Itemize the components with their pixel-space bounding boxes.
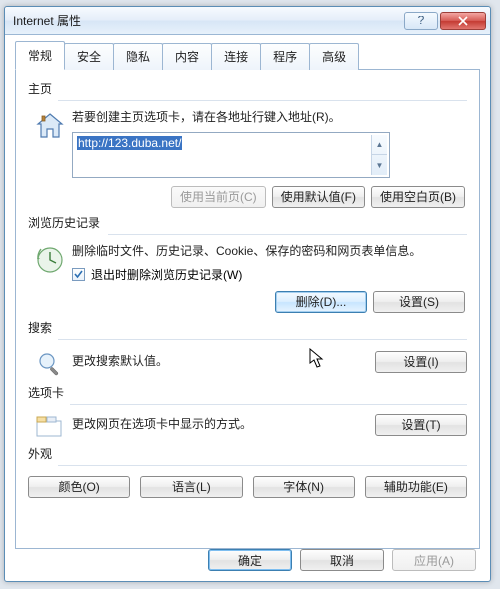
homepage-url-value: http://123.duba.net/ [77,136,182,150]
homepage-url-input[interactable]: http://123.duba.net/ ▲▼ [72,132,390,178]
help-button[interactable]: ? [404,12,438,30]
search-desc: 更改搜索默认值。 [72,353,168,370]
tab-connections[interactable]: 连接 [211,43,261,70]
tab-security[interactable]: 安全 [64,43,114,70]
homepage-url-spinner[interactable]: ▲▼ [371,135,387,175]
appearance-label: 外观 [28,445,467,462]
group-history: 浏览历史记录 删除临时文件、历史记录、Cookie、保存的密码和网页表单信息。 [28,214,467,313]
history-desc: 删除临时文件、历史记录、Cookie、保存的密码和网页表单信息。 [72,243,467,260]
group-homepage: 主页 若要创建主页选项卡，请在各地址行键入地址(R)。 http://123.d… [28,80,467,208]
tabs-label: 选项卡 [28,384,467,401]
dialog-button-row: 确定 取消 应用(A) [208,549,476,571]
fonts-button[interactable]: 字体(N) [253,476,355,498]
homepage-label: 主页 [28,80,467,97]
group-search: 搜索 更改搜索默认值。 设置(I) [28,319,467,378]
languages-button[interactable]: 语言(L) [140,476,242,498]
internet-properties-dialog: Internet 属性 ? 常规 安全 隐私 内容 连接 程序 高级 主页 [4,6,491,582]
history-label: 浏览历史记录 [28,214,467,231]
ok-button[interactable]: 确定 [208,549,292,571]
magnifier-icon [36,350,64,378]
tab-advanced[interactable]: 高级 [309,43,359,70]
colors-button[interactable]: 颜色(O) [28,476,130,498]
home-icon [34,111,66,208]
clock-icon [35,245,65,313]
use-current-button[interactable]: 使用当前页(C) [171,186,266,208]
tab-privacy[interactable]: 隐私 [113,43,163,70]
group-tabs: 选项卡 更改网页在选项卡中显示的方式。 设置(T) [28,384,467,439]
tab-programs[interactable]: 程序 [260,43,310,70]
delete-history-button[interactable]: 删除(D)... [275,291,367,313]
use-blank-button[interactable]: 使用空白页(B) [371,186,465,208]
accessibility-button[interactable]: 辅助功能(E) [365,476,467,498]
use-default-button[interactable]: 使用默认值(F) [272,186,365,208]
svg-text:?: ? [418,16,425,26]
delete-on-exit-checkbox[interactable] [72,268,85,281]
tab-general[interactable]: 常规 [15,41,65,70]
close-button[interactable] [440,12,486,30]
title-text: Internet 属性 [13,12,402,29]
tabs-desc: 更改网页在选项卡中显示的方式。 [72,416,252,433]
tabs-settings-button[interactable]: 设置(T) [375,414,467,436]
homepage-desc: 若要创建主页选项卡，请在各地址行键入地址(R)。 [72,109,467,126]
tab-strip: 常规 安全 隐私 内容 连接 程序 高级 [15,43,480,70]
cancel-button[interactable]: 取消 [300,549,384,571]
tabs-icon [35,415,65,439]
apply-button[interactable]: 应用(A) [392,549,476,571]
search-label: 搜索 [28,319,467,336]
history-settings-button[interactable]: 设置(S) [373,291,465,313]
titlebar[interactable]: Internet 属性 ? [5,7,490,35]
search-settings-button[interactable]: 设置(I) [375,351,467,373]
panel-general: 主页 若要创建主页选项卡，请在各地址行键入地址(R)。 http://123.d… [15,69,480,549]
tab-content[interactable]: 内容 [162,43,212,70]
delete-on-exit-label: 退出时删除浏览历史记录(W) [91,266,242,283]
group-appearance: 外观 颜色(O) 语言(L) 字体(N) 辅助功能(E) [28,445,467,498]
